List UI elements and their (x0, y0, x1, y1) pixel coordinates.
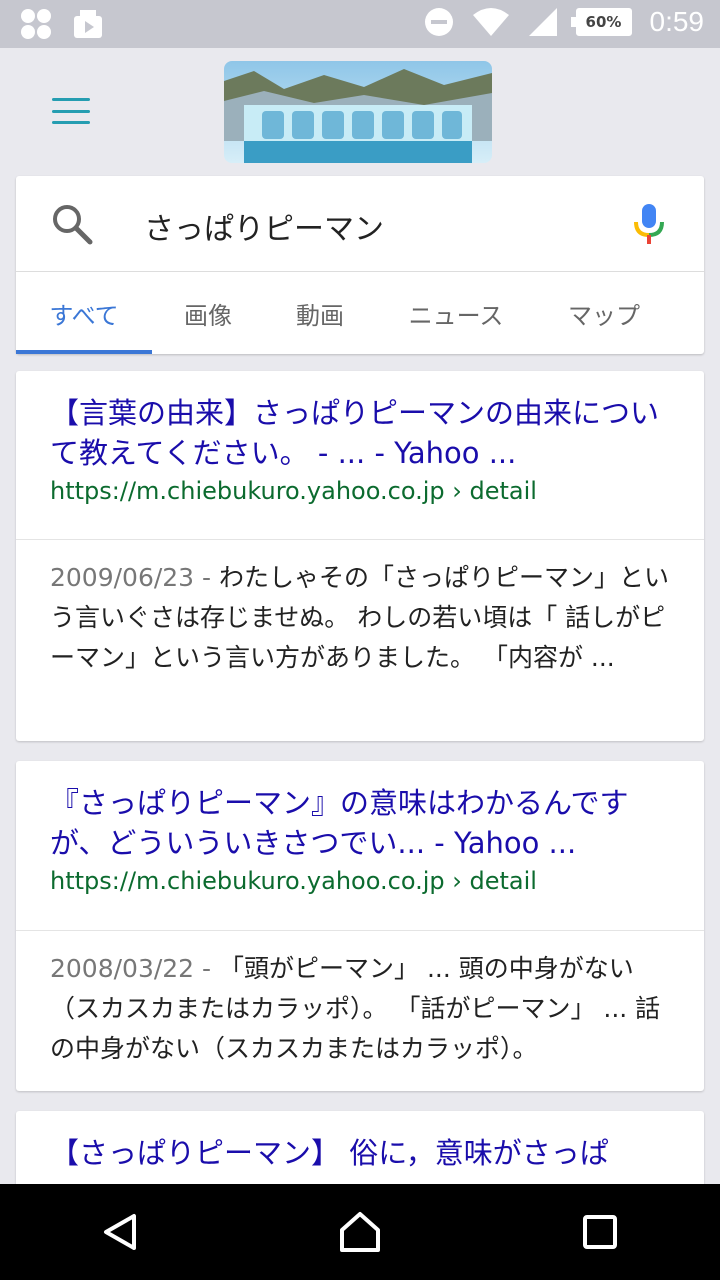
search-bar[interactable]: さっぱりピーマン (16, 176, 704, 272)
app-icon (21, 9, 51, 39)
do-not-disturb-icon (424, 8, 453, 36)
google-doodle[interactable] (224, 61, 492, 163)
tab-all[interactable]: すべて (16, 272, 152, 354)
clock: 0:59 (649, 6, 705, 37)
navigation-bar (0, 1184, 720, 1280)
menu-icon[interactable] (52, 98, 90, 124)
result-snippet: 2008/03/22 - 「頭がピーマン」 ... 頭の中身がない（スカスカまた… (16, 931, 704, 1069)
search-icon[interactable] (50, 202, 94, 246)
search-card: さっぱりピーマン すべて 画像 動画 ニュース マップ (16, 176, 704, 354)
tab-maps[interactable]: マップ (536, 272, 672, 354)
tab-images[interactable]: 画像 (152, 272, 264, 354)
home-button[interactable] (320, 1192, 400, 1272)
home-icon (340, 1212, 380, 1252)
search-tabs: すべて 画像 動画 ニュース マップ (16, 272, 704, 354)
recents-icon (583, 1215, 617, 1249)
tab-videos[interactable]: 動画 (264, 272, 376, 354)
result-title-link[interactable]: 【言葉の由来】さっぱりピーマンの由来について教えてください。 - ... - Y… (50, 393, 670, 473)
header (0, 48, 720, 176)
search-input[interactable]: さっぱりピーマン (144, 204, 384, 248)
result-card: 『さっぱりピーマン』の意味はわかるんですが、どういういきさつでい... - Ya… (16, 761, 704, 1091)
result-url[interactable]: https://m.chiebukuro.yahoo.co.jp › detai… (50, 473, 670, 509)
battery-icon: 60% (570, 8, 632, 36)
recents-button[interactable] (560, 1192, 640, 1272)
result-snippet: 2009/06/23 - わたしゃその「さっぱりピーマン」という言いぐさは存じま… (16, 540, 704, 678)
status-bar: 60% 0:59 (0, 0, 720, 48)
tab-news[interactable]: ニュース (376, 272, 536, 354)
back-button[interactable] (80, 1192, 160, 1272)
result-card: 【言葉の由来】さっぱりピーマンの由来について教えてください。 - ... - Y… (16, 371, 704, 741)
back-icon (104, 1214, 136, 1250)
result-title-link[interactable]: 【さっぱりピーマン】 俗に，意味がさっぱ (50, 1133, 670, 1173)
active-tab-indicator (16, 350, 152, 354)
result-url[interactable]: https://m.chiebukuro.yahoo.co.jp › detai… (50, 863, 670, 899)
media-icon (74, 10, 102, 38)
result-card: 【さっぱりピーマン】 俗に，意味がさっぱ (16, 1111, 704, 1191)
mic-icon[interactable] (632, 202, 666, 246)
result-date: 2009/06/23 - (50, 563, 220, 592)
battery-level: 60% (585, 13, 622, 31)
result-date: 2008/03/22 - (50, 954, 220, 983)
signal-icon (528, 8, 557, 36)
result-title-link[interactable]: 『さっぱりピーマン』の意味はわかるんですが、どういういきさつでい... - Ya… (50, 783, 670, 863)
wifi-icon (472, 8, 509, 36)
